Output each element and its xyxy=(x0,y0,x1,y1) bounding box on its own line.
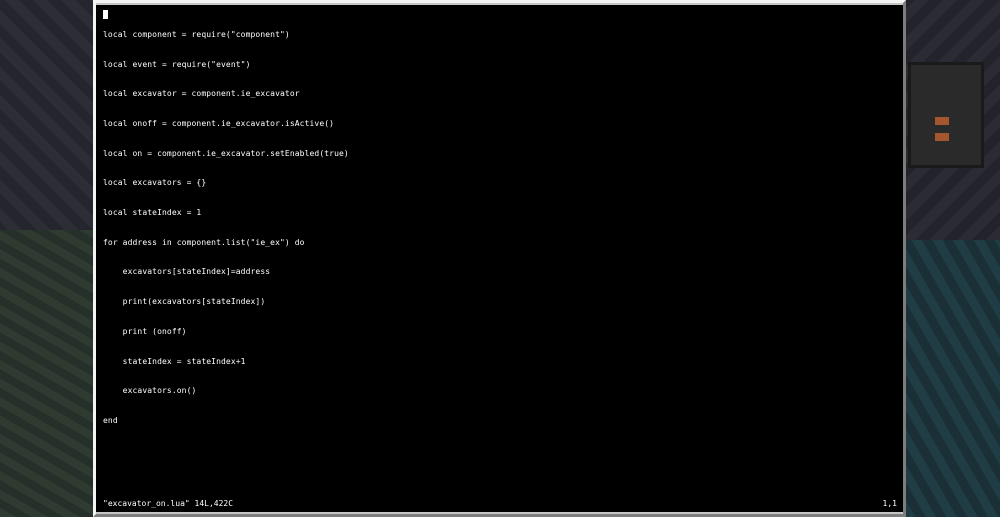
code-line[interactable]: print(excavators[stateIndex]) xyxy=(103,297,349,307)
code-line[interactable]: local excavator = component.ie_excavator xyxy=(103,89,349,99)
code-line[interactable]: end xyxy=(103,416,349,426)
code-line[interactable]: local event = require("event") xyxy=(103,60,349,70)
code-buffer[interactable]: local component = require("component") l… xyxy=(103,10,349,446)
machine-vent xyxy=(935,117,949,125)
terminal-editor[interactable]: local component = require("component") l… xyxy=(96,5,903,512)
code-line[interactable]: local onoff = component.ie_excavator.isA… xyxy=(103,119,349,129)
excavator-machine-block xyxy=(908,62,984,168)
water-ground-right xyxy=(905,240,1000,517)
code-line[interactable]: local excavators = {} xyxy=(103,178,349,188)
code-line[interactable]: local stateIndex = 1 xyxy=(103,208,349,218)
text-cursor xyxy=(103,10,108,19)
grass-ground-left xyxy=(0,230,95,517)
stone-brick-wall-left xyxy=(0,0,95,250)
status-file-info: "excavator_on.lua" 14L,422C xyxy=(103,499,234,508)
code-line[interactable]: excavators.on() xyxy=(103,386,349,396)
code-line[interactable]: for address in component.list("ie_ex") d… xyxy=(103,238,349,248)
code-line[interactable]: local component = require("component") xyxy=(103,30,349,40)
machine-vent xyxy=(935,133,949,141)
status-cursor-position: 1,1 xyxy=(882,499,897,508)
code-line[interactable]: print (onoff) xyxy=(103,327,349,337)
code-line[interactable]: stateIndex = stateIndex+1 xyxy=(103,357,349,367)
code-line[interactable]: excavators[stateIndex]=address xyxy=(103,267,349,277)
code-line[interactable]: local on = component.ie_excavator.setEna… xyxy=(103,149,349,159)
